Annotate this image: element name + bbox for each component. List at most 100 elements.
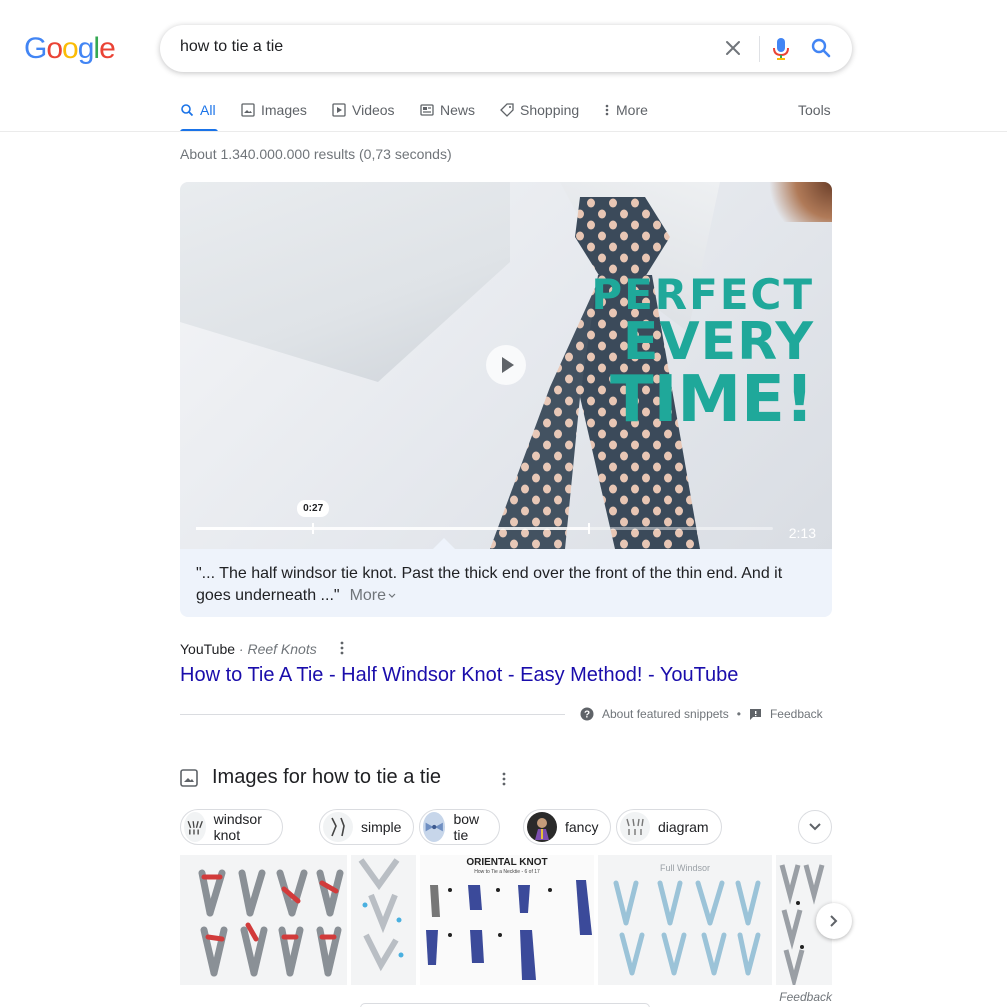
logo-letter: o xyxy=(62,32,79,65)
results-stats: About 1.340.000.000 results (0,73 second… xyxy=(180,146,452,162)
image-tile-subtitle: How to Tie a Necktie - 6 of 17 xyxy=(474,869,540,875)
video-overlay-text: PERFECT EVERY TIME! xyxy=(591,274,814,437)
tab-label: News xyxy=(440,102,476,118)
snippet-footer: ? About featured snippets • Feedback xyxy=(580,707,823,721)
tab-label: Videos xyxy=(352,102,395,118)
more-button[interactable]: More xyxy=(350,587,396,604)
chevron-down-icon xyxy=(388,593,396,598)
play-icon xyxy=(332,103,346,117)
tie-diagram-image xyxy=(198,869,344,977)
search-icon[interactable] xyxy=(810,37,832,59)
clear-icon[interactable] xyxy=(722,37,744,59)
snippet-caret xyxy=(433,538,455,549)
chip-diagram[interactable]: diagram xyxy=(616,809,722,845)
tab-label: All xyxy=(200,102,216,118)
chip-thumbnail xyxy=(620,812,650,842)
chip-label: diagram xyxy=(658,819,709,835)
play-icon[interactable] xyxy=(486,345,526,385)
view-all-button[interactable] xyxy=(360,1003,650,1007)
images-next-button[interactable] xyxy=(816,903,852,939)
chip-simple[interactable]: simple xyxy=(319,809,415,845)
image-result[interactable] xyxy=(180,855,347,985)
header-divider xyxy=(0,131,1007,132)
result-menu-icon[interactable] xyxy=(336,640,348,656)
chip-fancy[interactable]: fancy xyxy=(523,809,612,845)
snippet-text: "... The half windsor tie knot. Past the… xyxy=(196,565,783,604)
chip-label: simple xyxy=(361,819,402,835)
search-icon xyxy=(181,104,194,117)
tab-more[interactable]: More xyxy=(604,100,648,120)
footer-separator: • xyxy=(736,707,741,721)
image-icon xyxy=(241,103,255,117)
tab-news[interactable]: News xyxy=(420,100,475,120)
source-name: YouTube xyxy=(180,641,236,657)
current-time-bubble: 0:27 xyxy=(297,500,330,517)
tab-all[interactable]: All xyxy=(180,100,216,120)
image-tile-title: ORIENTAL KNOT xyxy=(466,857,548,868)
image-icon xyxy=(180,768,198,787)
tie-diagram-image xyxy=(358,858,404,972)
svg-text:?: ? xyxy=(584,710,590,721)
featured-video[interactable]: PERFECT EVERY TIME! 0:27 2:13 xyxy=(180,182,832,549)
tab-label: Shopping xyxy=(520,102,580,118)
feedback-icon xyxy=(749,708,761,720)
chip-thumbnail xyxy=(184,812,206,842)
snippet-transcript: "... The half windsor tie knot. Past the… xyxy=(180,549,832,617)
result-title-link[interactable]: How to Tie A Tie - Half Windsor Knot - E… xyxy=(180,664,738,687)
tag-icon xyxy=(500,103,514,117)
images-menu-icon[interactable] xyxy=(498,771,510,787)
image-result[interactable]: Full Windsor xyxy=(598,855,772,985)
chip-label: fancy xyxy=(565,819,599,835)
image-results-strip: ORIENTAL KNOT How to Tie a Necktie - 6 o… xyxy=(180,855,832,985)
image-result[interactable]: ORIENTAL KNOT How to Tie a Necktie - 6 o… xyxy=(420,855,594,985)
progress-played xyxy=(196,527,314,530)
search-input[interactable]: how to tie a tie xyxy=(180,38,283,56)
tab-videos[interactable]: Videos xyxy=(332,100,395,120)
tab-tools[interactable]: Tools xyxy=(798,100,831,120)
tab-images[interactable]: Images xyxy=(241,100,307,120)
feedback-link[interactable]: Feedback xyxy=(770,707,823,721)
image-result[interactable] xyxy=(351,855,416,985)
logo-letter: g xyxy=(77,32,95,65)
chips-expand-button[interactable] xyxy=(798,810,832,844)
chip-windsor-knot[interactable]: windsor knot xyxy=(180,809,284,845)
tab-label: More xyxy=(616,102,648,118)
microphone-icon[interactable] xyxy=(770,37,792,61)
google-logo[interactable]: Google xyxy=(24,32,116,66)
video-thumbnail-skin xyxy=(752,182,832,222)
chip-thumbnail xyxy=(527,812,557,842)
progress-marker xyxy=(588,523,591,534)
video-progress-bar[interactable] xyxy=(196,523,773,534)
overlay-line: EVERY xyxy=(622,312,814,372)
search-tabs: All Images Videos News Shopping More Too… xyxy=(180,100,832,132)
progress-scrubber[interactable] xyxy=(312,523,315,534)
about-snippets-link[interactable]: About featured snippets xyxy=(602,707,729,721)
more-label: More xyxy=(349,587,387,604)
source-channel: Reef Knots xyxy=(247,641,317,657)
logo-letter: G xyxy=(24,32,47,65)
search-box[interactable]: how to tie a tie xyxy=(160,25,852,72)
chip-thumbnail xyxy=(323,812,353,842)
video-duration: 2:13 xyxy=(788,525,816,541)
images-section-title[interactable]: Images for how to tie a tie xyxy=(212,766,441,789)
source-separator: · xyxy=(235,641,248,657)
more-vert-icon xyxy=(605,104,609,116)
search-separator xyxy=(759,36,760,62)
tie-diagram-image xyxy=(613,880,761,976)
images-feedback-link[interactable]: Feedback xyxy=(779,990,832,1004)
result-source: YouTube · Reef Knots xyxy=(180,641,317,657)
news-icon xyxy=(420,104,434,116)
logo-letter: e xyxy=(99,32,116,65)
overlay-line: TIME! xyxy=(609,363,814,437)
chip-label: bow tie xyxy=(453,811,480,843)
images-section-header: Images for how to tie a tie xyxy=(180,766,441,789)
snippet-divider xyxy=(180,714,565,715)
tab-shopping[interactable]: Shopping xyxy=(500,100,579,120)
chevron-right-icon xyxy=(830,915,838,927)
chip-label: windsor knot xyxy=(213,811,262,843)
image-tile-title: Full Windsor xyxy=(659,863,710,873)
chip-bow-tie[interactable]: bow tie xyxy=(419,809,500,845)
help-icon: ? xyxy=(580,707,594,721)
tools-label: Tools xyxy=(798,102,831,118)
logo-letter: o xyxy=(46,32,63,65)
